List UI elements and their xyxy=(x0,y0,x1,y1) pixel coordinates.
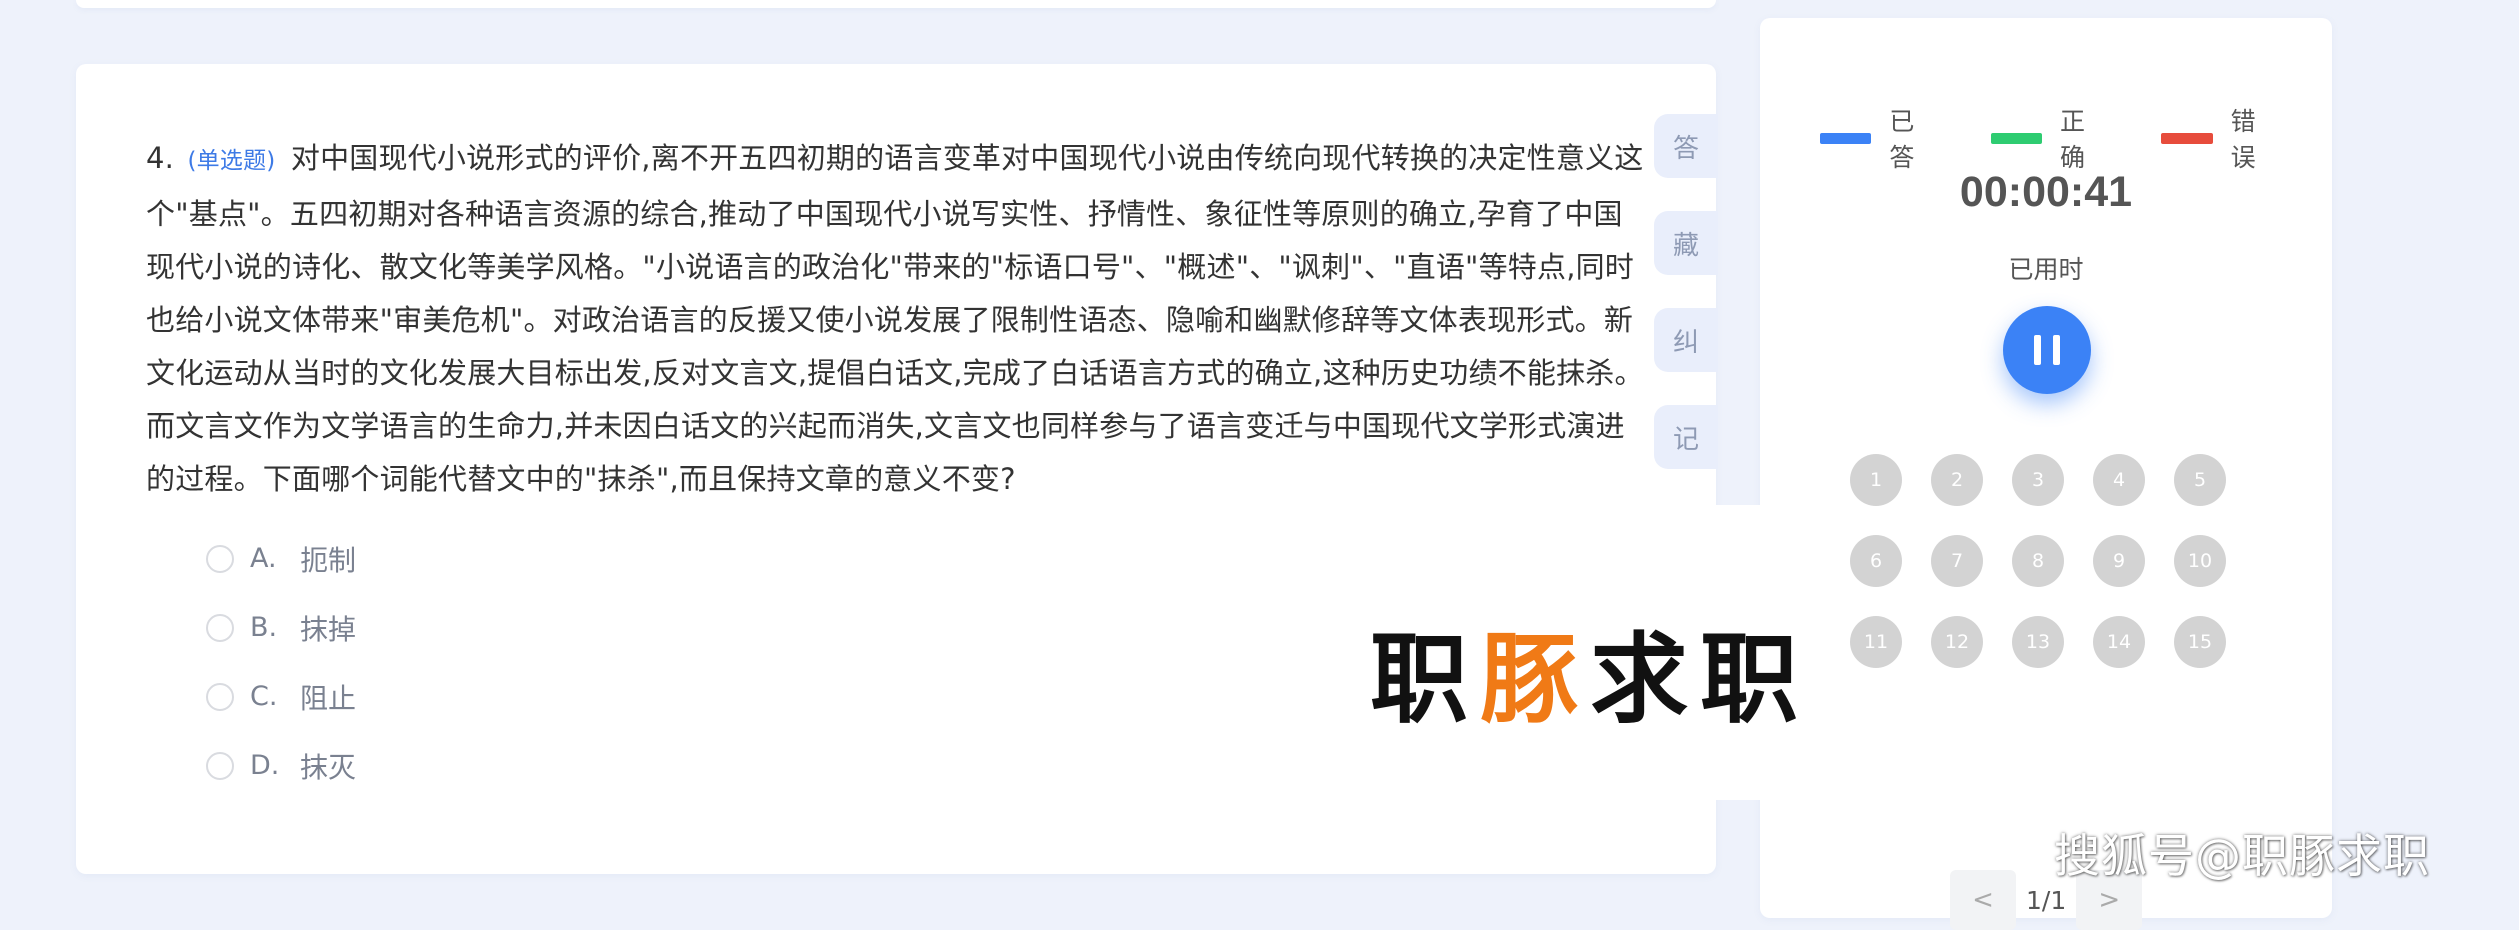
option-a[interactable]: A. 扼制 xyxy=(206,524,356,593)
corner-watermark: 搜狐号@职豚求职 xyxy=(2054,829,2430,883)
question-number-6[interactable]: 6 xyxy=(1850,535,1902,587)
legend-answered: 已答 xyxy=(1820,102,1939,174)
option-letter: B. xyxy=(250,612,278,643)
previous-question-card xyxy=(76,0,1716,8)
watermark-logo: 职豚求职 xyxy=(1370,600,1810,742)
radio-c[interactable] xyxy=(206,682,234,711)
prev-page-button[interactable]: < xyxy=(1950,870,2016,930)
report-error-tab[interactable]: 纠 xyxy=(1654,308,1718,372)
option-b[interactable]: B. 抹掉 xyxy=(206,593,356,662)
radio-d[interactable] xyxy=(206,751,234,780)
pause-icon xyxy=(2053,335,2060,365)
legend-label: 正确 xyxy=(2059,107,2085,172)
option-text: 阻止 xyxy=(300,681,357,715)
question-number-7[interactable]: 7 xyxy=(1931,535,1983,587)
legend-swatch-wrong xyxy=(2161,132,2213,144)
radio-a[interactable] xyxy=(206,544,234,573)
question-number-3[interactable]: 3 xyxy=(2012,454,2064,506)
legend-label: 错误 xyxy=(2230,107,2256,172)
option-text: 抹灭 xyxy=(300,750,357,784)
question-number-11[interactable]: 11 xyxy=(1850,616,1902,668)
page-indicator: 1/1 xyxy=(2026,885,2067,915)
question-number-12[interactable]: 12 xyxy=(1931,616,1983,668)
option-letter: D. xyxy=(250,750,280,781)
question-number: 4. xyxy=(146,141,175,175)
question-number-15[interactable]: 15 xyxy=(2174,616,2226,668)
legend-swatch-correct xyxy=(1990,132,2042,144)
side-action-tabs: 答 藏 纠 记 xyxy=(1654,114,1718,502)
status-legend: 已答 正确 错误 xyxy=(1820,102,2332,174)
question-number-4[interactable]: 4 xyxy=(2093,454,2145,506)
question-number-5[interactable]: 5 xyxy=(2174,454,2226,506)
question-type-label: (单选题) xyxy=(187,148,276,174)
option-letter: A. xyxy=(250,543,277,574)
legend-label: 已答 xyxy=(1889,107,1915,172)
radio-b[interactable] xyxy=(206,613,234,642)
option-letter: C. xyxy=(250,681,278,712)
question-number-14[interactable]: 14 xyxy=(2093,616,2145,668)
option-text: 扼制 xyxy=(300,543,357,577)
option-c[interactable]: C. 阻止 xyxy=(206,662,356,731)
legend-correct: 正确 xyxy=(1990,102,2110,174)
note-tab[interactable]: 记 xyxy=(1654,405,1718,469)
question-number-grid: 1 2 3 4 5 6 7 8 9 10 11 12 13 14 15 xyxy=(1850,454,2226,668)
question-body: 对中国现代小说形式的评价,离不开五四初期的语言变革对中国现代小说由传统向现代转换… xyxy=(146,141,1644,496)
legend-swatch-answered xyxy=(1820,132,1872,144)
question-text: 4. (单选题) 对中国现代小说形式的评价,离不开五四初期的语言变革对中国现代小… xyxy=(146,132,1646,506)
question-number-1[interactable]: 1 xyxy=(1850,454,1902,506)
favorite-tab[interactable]: 藏 xyxy=(1654,211,1718,275)
elapsed-label: 已用时 xyxy=(2008,255,2084,284)
option-text: 抹掉 xyxy=(300,612,357,646)
option-list: A. 扼制 B. 抹掉 C. 阻止 D. 抹灭 xyxy=(206,524,356,800)
watermark-logo-part: 豚 xyxy=(1480,623,1591,737)
elapsed-timer: 00:00:41 xyxy=(1959,168,2133,216)
question-number-9[interactable]: 9 xyxy=(2093,535,2145,587)
question-number-10[interactable]: 10 xyxy=(2174,535,2226,587)
watermark-logo-part: 求职 xyxy=(1590,623,1811,737)
option-d[interactable]: D. 抹灭 xyxy=(206,731,356,800)
pause-icon xyxy=(2034,335,2041,365)
watermark-logo-part: 职 xyxy=(1370,623,1481,737)
legend-wrong: 错误 xyxy=(2161,102,2280,174)
question-number-8[interactable]: 8 xyxy=(2012,535,2064,587)
answer-tab[interactable]: 答 xyxy=(1654,114,1718,178)
answer-sheet-panel: 已答 正确 错误 00:00:41 已用时 1 2 3 4 5 6 7 8 9 … xyxy=(1760,18,2332,930)
question-number-13[interactable]: 13 xyxy=(2012,616,2064,668)
question-number-2[interactable]: 2 xyxy=(1931,454,1983,506)
pause-button[interactable] xyxy=(2003,306,2091,394)
